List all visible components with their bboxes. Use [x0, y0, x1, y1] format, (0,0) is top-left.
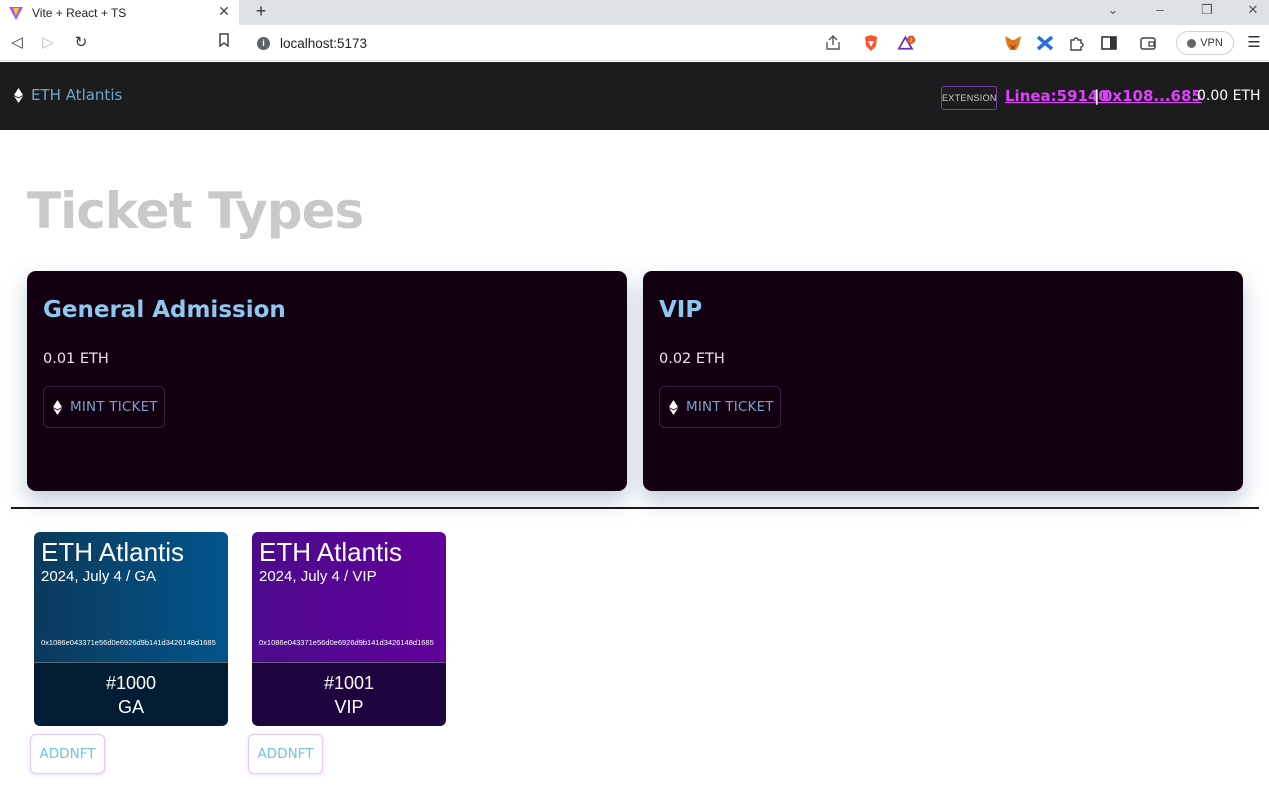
forward-icon[interactable]: ▷ [37, 32, 59, 54]
ticket-type-card: VIP 0.02 ETH MINT TICKET [643, 271, 1243, 491]
reload-icon[interactable]: ↻ [70, 32, 92, 54]
nft-ticket-kind: GA [117, 697, 144, 717]
back-icon[interactable]: ◁ [6, 32, 28, 54]
add-nft-button[interactable]: ADDNFT [248, 734, 323, 774]
app-name: ETH Atlantis [31, 86, 123, 104]
sidebar-icon[interactable] [1100, 34, 1118, 52]
minimize-button[interactable]: – [1145, 0, 1175, 22]
svg-text:2: 2 [909, 38, 912, 44]
nft-ticket-number: #1000 [105, 673, 157, 693]
nft-event-subtitle: 2024, July 4 / GA [41, 568, 157, 585]
nft-ticket-kind: VIP [334, 697, 364, 717]
app-logo[interactable]: ETH Atlantis [14, 86, 122, 104]
ticket-type-card: General Admission 0.01 ETH MINT TICKET [27, 271, 627, 491]
ticket-type-name: General Admission [43, 297, 286, 323]
browser-tab[interactable]: Vite + React + TS ✕ [0, 0, 239, 25]
nft-event-title: ETH Atlantis [41, 537, 185, 567]
address-bar[interactable]: i localhost:5173 [246, 29, 856, 57]
mint-ticket-label: MINT TICKET [686, 399, 774, 415]
ticket-type-price: 0.01 ETH [43, 351, 109, 367]
browser-toolbar: ◁ ▷ ↻ i localhost:5173 2 VPN ☰ [0, 25, 1269, 61]
tab-title: Vite + React + TS [32, 5, 127, 20]
extension-badge: EXTENSION [941, 86, 997, 110]
vpn-label: VPN [1200, 37, 1223, 49]
account-address-link[interactable]: 0x108...685 [1102, 87, 1202, 105]
nft-ticket-number: #1001 [323, 673, 375, 693]
nft-card-footer: #1000 GA [34, 662, 228, 726]
nft-card-header: ETH Atlantis 2024, July 4 / VIP 0x1086e0… [252, 532, 446, 662]
browser-tab-bar: Vite + React + TS ✕ + ⌄ – ❐ ✕ [0, 0, 1269, 25]
new-tab-button[interactable]: + [250, 0, 272, 22]
share-icon[interactable] [824, 34, 842, 52]
nft-event-subtitle: 2024, July 4 / VIP [259, 568, 377, 585]
account-balance: 0.00 ETH [1197, 88, 1261, 104]
nft-ticket-card: ETH Atlantis 2024, July 4 / VIP 0x1086e0… [252, 532, 446, 726]
brave-rewards-icon[interactable]: 2 [898, 34, 916, 52]
mint-ticket-label: MINT TICKET [70, 399, 158, 415]
close-window-button[interactable]: ✕ [1238, 0, 1268, 22]
ticket-type-price: 0.02 ETH [659, 351, 725, 367]
nft-event-title: ETH Atlantis [259, 537, 403, 567]
nft-contract-hash: 0x1086e043371e56d0e6926d9b141d3426148d16… [41, 638, 216, 647]
site-info-icon[interactable]: i [257, 36, 270, 50]
bookmark-icon[interactable] [213, 32, 235, 54]
nft-contract-hash: 0x1086e043371e56d0e6926d9b141d3426148d16… [259, 638, 434, 647]
vite-logo-icon [9, 6, 23, 20]
close-tab-icon[interactable]: ✕ [215, 2, 233, 20]
header-separator: | [1094, 87, 1100, 105]
ticket-type-name: VIP [659, 297, 703, 323]
url-text: localhost:5173 [280, 35, 368, 51]
mint-ticket-button[interactable]: MINT TICKET [43, 386, 165, 428]
page-title: Ticket Types [27, 182, 364, 240]
mint-ticket-button[interactable]: MINT TICKET [659, 386, 781, 428]
section-divider [11, 507, 1259, 509]
ethereum-icon [53, 399, 62, 415]
nft-ticket-card: ETH Atlantis 2024, July 4 / GA 0x1086e04… [34, 532, 228, 726]
vpn-status-icon [1187, 38, 1197, 48]
ethereum-icon [14, 87, 23, 103]
app-header: ETH Atlantis EXTENSION Linea:59140 | 0x1… [0, 62, 1269, 130]
metamask-fox-icon[interactable] [1004, 34, 1022, 52]
restore-button[interactable]: ❐ [1192, 0, 1222, 22]
add-nft-button[interactable]: ADDNFT [30, 734, 105, 774]
vpn-button[interactable]: VPN [1176, 31, 1234, 55]
brave-shields-icon[interactable] [862, 34, 880, 52]
wallet-extension-icon[interactable] [1036, 34, 1054, 52]
extensions-puzzle-icon[interactable] [1068, 34, 1086, 52]
menu-icon[interactable]: ☰ [1243, 32, 1265, 54]
ethereum-icon [669, 399, 678, 415]
nft-card-footer: #1001 VIP [252, 662, 446, 726]
wallet-icon[interactable] [1139, 34, 1157, 52]
nft-card-header: ETH Atlantis 2024, July 4 / GA 0x1086e04… [34, 532, 228, 662]
tab-search-icon[interactable]: ⌄ [1098, 0, 1128, 22]
